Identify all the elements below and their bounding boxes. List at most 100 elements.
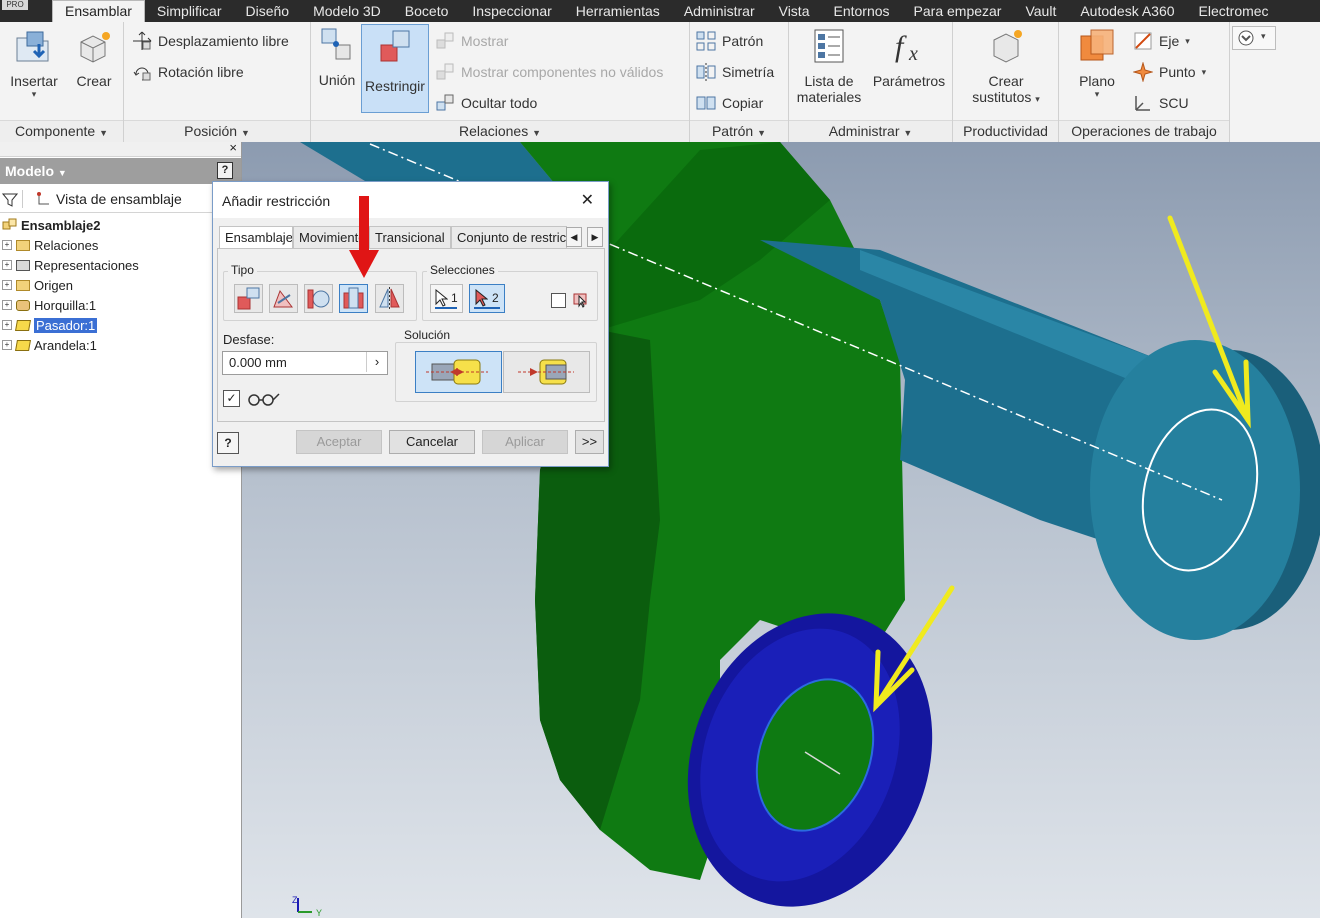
tangent-icon	[307, 289, 330, 309]
panel-componente: Insertar ▾ Crear Componente ▼	[0, 22, 124, 142]
expand-icon[interactable]: +	[2, 340, 12, 350]
tab-scroll-left-icon[interactable]: ◀	[566, 227, 582, 247]
selection-2-button[interactable]: 2	[469, 284, 505, 313]
tab-administrar[interactable]: Administrar	[672, 0, 767, 22]
tab-electromec[interactable]: Electromec	[1187, 0, 1281, 22]
more-options-button[interactable]: >>	[575, 430, 604, 454]
plano-button[interactable]: Plano ▾	[1067, 26, 1127, 100]
tree-item-representaciones[interactable]: + Representaciones	[2, 256, 139, 274]
browser-title[interactable]: Modelo ▼	[5, 163, 67, 179]
dialog-tab-ensamblaje[interactable]: Ensamblaje	[219, 226, 293, 248]
dialog-tab-conjunto-de-restric[interactable]: Conjunto de restric	[451, 226, 567, 248]
red-annotation-arrow	[349, 196, 379, 278]
restringir-button[interactable]: Restringir	[361, 24, 429, 113]
help-icon[interactable]: ?	[217, 162, 233, 179]
mostrar-button[interactable]: Mostrar	[435, 31, 508, 51]
expand-icon[interactable]: +	[2, 240, 12, 250]
insert-aligned-icon	[518, 359, 574, 385]
first-occurrence-checkbox[interactable]	[551, 293, 566, 308]
tab-inspeccionar[interactable]: Inspeccionar	[460, 0, 563, 22]
type-angle-button[interactable]	[269, 284, 298, 313]
rotacion-libre-button[interactable]: Rotación libre	[132, 62, 244, 82]
tree-item-horquilla-1[interactable]: + Horquilla:1	[2, 296, 96, 314]
tree-item-relaciones[interactable]: + Relaciones	[2, 236, 98, 254]
dialog-titlebar[interactable]: Añadir restricción ✕	[213, 182, 608, 218]
solution-aligned-button[interactable]	[503, 351, 590, 393]
tab-ensamblar[interactable]: Ensamblar	[52, 0, 145, 22]
tab-modelo-3d[interactable]: Modelo 3D	[301, 0, 393, 22]
panel-title-componente[interactable]: Componente ▼	[0, 120, 123, 142]
tab-diseño[interactable]: Diseño	[234, 0, 302, 22]
chevron-right-icon[interactable]: ›	[366, 352, 387, 372]
close-icon[interactable]: ×	[229, 140, 237, 155]
tab-para-empezar[interactable]: Para empezar	[902, 0, 1014, 22]
expand-icon[interactable]: +	[2, 300, 12, 310]
insertar-button[interactable]: Insertar ▾	[6, 28, 62, 100]
type-mate-button[interactable]	[234, 284, 263, 313]
menu-bar: PRO Ensamblar Simplificar Diseño Modelo 3D B…	[0, 0, 1320, 22]
bill-of-materials-icon	[814, 29, 844, 63]
part-icon	[15, 339, 31, 351]
view-selector[interactable]: Vista de ensamblaje	[56, 191, 182, 207]
filter-icon[interactable]	[2, 192, 18, 208]
red-arrow-shaft	[359, 196, 369, 254]
aplicar-button[interactable]: Aplicar	[482, 430, 568, 454]
solution-opposed-button[interactable]	[415, 351, 502, 393]
type-tangent-button[interactable]	[304, 284, 333, 313]
tree-item-pasador-1[interactable]: + Pasador:1	[2, 316, 98, 334]
help-icon[interactable]: ?	[217, 432, 239, 454]
crear-sustitutos-button[interactable]: Crear sustitutos ▾	[963, 26, 1049, 105]
tab-entornos[interactable]: Entornos	[821, 0, 901, 22]
offset-input[interactable]: 0.000 mm ›	[222, 351, 388, 375]
scu-button[interactable]: SCU	[1133, 93, 1189, 113]
cancelar-button[interactable]: Cancelar	[389, 430, 475, 454]
ocultar-todo-button[interactable]: Ocultar todo	[435, 93, 537, 113]
pick-part-first-icon[interactable]	[572, 290, 590, 308]
tree-item-origen[interactable]: + Origen	[2, 276, 73, 294]
tab-simplificar[interactable]: Simplificar	[145, 0, 234, 22]
patron-button[interactable]: Patrón	[696, 31, 763, 51]
expand-icon[interactable]: +	[2, 320, 12, 330]
panel-title-productividad-label: Productividad	[963, 123, 1048, 139]
type-symmetry-button[interactable]	[375, 284, 404, 313]
type-insert-button[interactable]	[339, 284, 368, 313]
panel-title-administrar[interactable]: Administrar ▼	[789, 120, 952, 142]
panel-title-componente-label: Componente	[15, 123, 96, 139]
crear-button[interactable]: Crear	[68, 28, 120, 89]
dialog-tab-transicional[interactable]: Transicional	[369, 226, 451, 248]
selection-1-button[interactable]: 1	[430, 284, 463, 313]
simetria-button[interactable]: Simetría	[696, 62, 774, 82]
tab-boceto[interactable]: Boceto	[393, 0, 461, 22]
panel-title-patron[interactable]: Patrón ▼	[690, 120, 788, 142]
tab-autodesk-a360[interactable]: Autodesk A360	[1068, 0, 1186, 22]
tree-item-arandela-1[interactable]: + Arandela:1	[2, 336, 97, 354]
plano-label: Plano	[1079, 73, 1115, 89]
preview-checkbox[interactable]: ✓	[223, 390, 240, 407]
mostrar-no-validos-button[interactable]: Mostrar componentes no válidos	[435, 62, 663, 82]
union-button[interactable]: Unión	[314, 25, 360, 88]
ribbon-tabs: Ensamblar Simplificar Diseño Modelo 3D Bocet…	[52, 0, 1281, 22]
tab-vault[interactable]: Vault	[1013, 0, 1068, 22]
aceptar-button[interactable]: Aceptar	[296, 430, 382, 454]
tab-herramientas[interactable]: Herramientas	[564, 0, 672, 22]
expand-icon[interactable]: +	[2, 280, 12, 290]
panel-title-relaciones[interactable]: Relaciones ▼	[311, 120, 689, 142]
add-constraint-dialog: Añadir restricción ✕ Ensamblaje Movimient…	[212, 181, 609, 467]
copiar-button[interactable]: Copiar	[696, 93, 763, 113]
lista-materiales-button[interactable]: Lista de materiales	[792, 26, 866, 105]
parametros-button[interactable]: f x Parámetros	[869, 26, 949, 89]
panel-title-posicion[interactable]: Posición ▼	[124, 120, 310, 142]
tree-root[interactable]: Ensamblaje2	[2, 216, 101, 234]
tab-vista[interactable]: Vista	[767, 0, 822, 22]
panel-title-relaciones-label: Relaciones	[458, 123, 529, 139]
eje-button[interactable]: Eje ▾	[1133, 31, 1190, 51]
ribbon-overflow-button[interactable]: ▾	[1232, 26, 1276, 50]
mostrar-label: Mostrar	[461, 33, 509, 49]
tab-scroll-right-icon[interactable]: ▶	[587, 227, 603, 247]
close-icon[interactable]: ✕	[581, 190, 594, 210]
punto-button[interactable]: Punto ▾	[1133, 62, 1206, 82]
part-icon	[16, 299, 30, 311]
expand-icon[interactable]: +	[2, 260, 12, 270]
desplazamiento-libre-button[interactable]: Desplazamiento libre	[132, 31, 289, 51]
dialog-title: Añadir restricción	[222, 193, 331, 209]
